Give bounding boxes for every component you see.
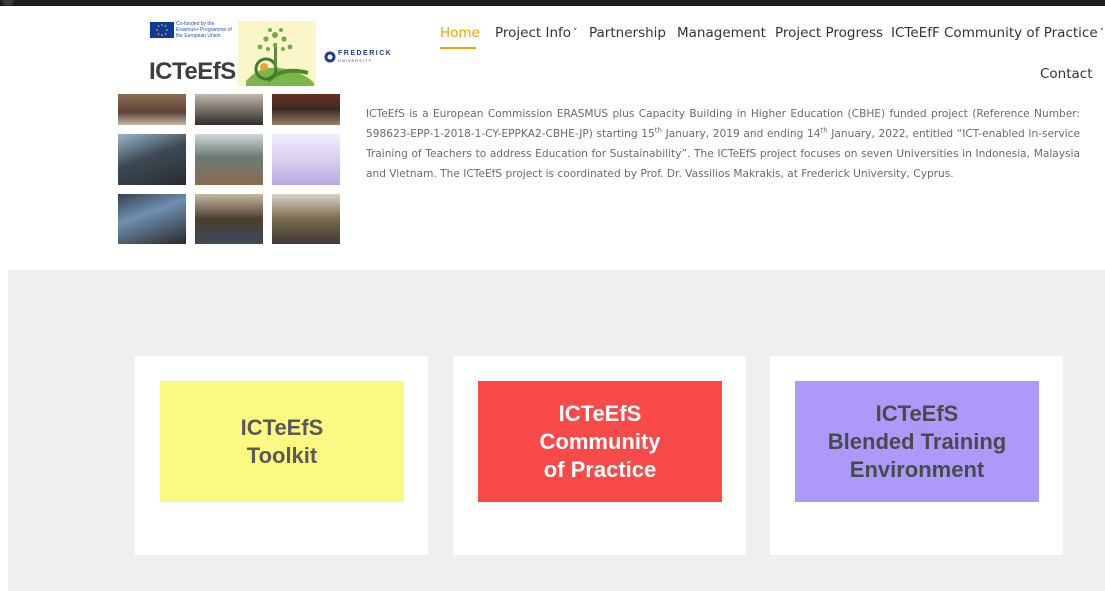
eu-flag-icon	[150, 22, 174, 38]
project-photo	[118, 134, 186, 185]
site-header: Co-funded by the Erasmus+ Programme of t…	[8, 6, 1105, 94]
partner-subtitle: UNIVERSITY	[338, 58, 373, 63]
project-photo	[118, 194, 186, 244]
project-photo	[195, 194, 263, 244]
nav-project-info-label: Project Info	[495, 25, 572, 41]
brand-name: ICTeEfS	[149, 58, 236, 85]
nav-community-of-practice[interactable]: ICTeEfF Community of Practice ˅	[891, 25, 1104, 41]
description-part-2: January, 2019 and ending 14	[661, 128, 821, 140]
card-toolkit: ICTeEfS Toolkit	[135, 356, 428, 555]
nav-project-progress-label: Project Progress	[775, 25, 884, 41]
active-underline	[440, 47, 476, 49]
eu-funding-text: Co-funded by the Erasmus+ Programme of t…	[176, 21, 232, 39]
community-of-practice-tile[interactable]: ICTeEfS Community of Practice	[478, 381, 722, 502]
project-photo	[272, 94, 340, 125]
nav-home[interactable]: Home	[440, 25, 480, 49]
nav-contact[interactable]: Contact	[1040, 66, 1093, 82]
nav-management[interactable]: Management	[677, 25, 766, 41]
blended-training-tile-label: ICTeEfS Blended Training Environment	[827, 400, 1007, 482]
chevron-down-icon: ˅	[573, 28, 578, 38]
site-logo[interactable]: Co-funded by the Erasmus+ Programme of t…	[146, 16, 426, 92]
project-description: ICTeEfS is a European Commission ERASMUS…	[366, 104, 1080, 184]
nav-partnership-label: Partnership	[589, 25, 666, 41]
nav-partnership[interactable]: Partnership	[589, 25, 666, 41]
project-photo	[195, 94, 263, 125]
blended-training-tile[interactable]: ICTeEfS Blended Training Environment	[795, 381, 1039, 502]
project-photo	[272, 194, 340, 244]
project-photo	[272, 134, 340, 185]
resources-section: ICTeEfS Toolkit ICTeEfS Community of Pra…	[8, 270, 1105, 591]
ordinal-suffix: th	[654, 126, 662, 135]
nav-home-label: Home	[440, 25, 480, 41]
project-photo	[118, 94, 186, 125]
tree-logo-icon	[238, 21, 316, 86]
frederick-university-logo: FREDERICK UNIVERSITY	[324, 49, 414, 65]
project-photo	[195, 134, 263, 185]
card-community-of-practice: ICTeEfS Community of Practice	[453, 356, 746, 555]
nav-project-progress[interactable]: Project Progress	[775, 25, 883, 41]
intro-section: ICTeEfS is a European Commission ERASMUS…	[8, 94, 1105, 270]
partner-name: FREDERICK	[338, 50, 393, 57]
toolkit-tile-label: ICTeEfS Toolkit	[240, 414, 324, 468]
nav-project-info[interactable]: Project Info ˅	[495, 25, 578, 41]
nav-community-label: ICTeEfF Community of Practice	[891, 25, 1098, 41]
card-blended-training: ICTeEfS Blended Training Environment	[770, 356, 1063, 555]
toolkit-tile[interactable]: ICTeEfS Toolkit	[160, 381, 404, 502]
chevron-down-icon: ˅	[1099, 28, 1105, 38]
ordinal-suffix: th	[820, 126, 828, 135]
nav-management-label: Management	[677, 25, 766, 41]
community-tile-label: ICTeEfS Community of Practice	[539, 400, 661, 482]
nav-contact-label: Contact	[1040, 66, 1093, 82]
